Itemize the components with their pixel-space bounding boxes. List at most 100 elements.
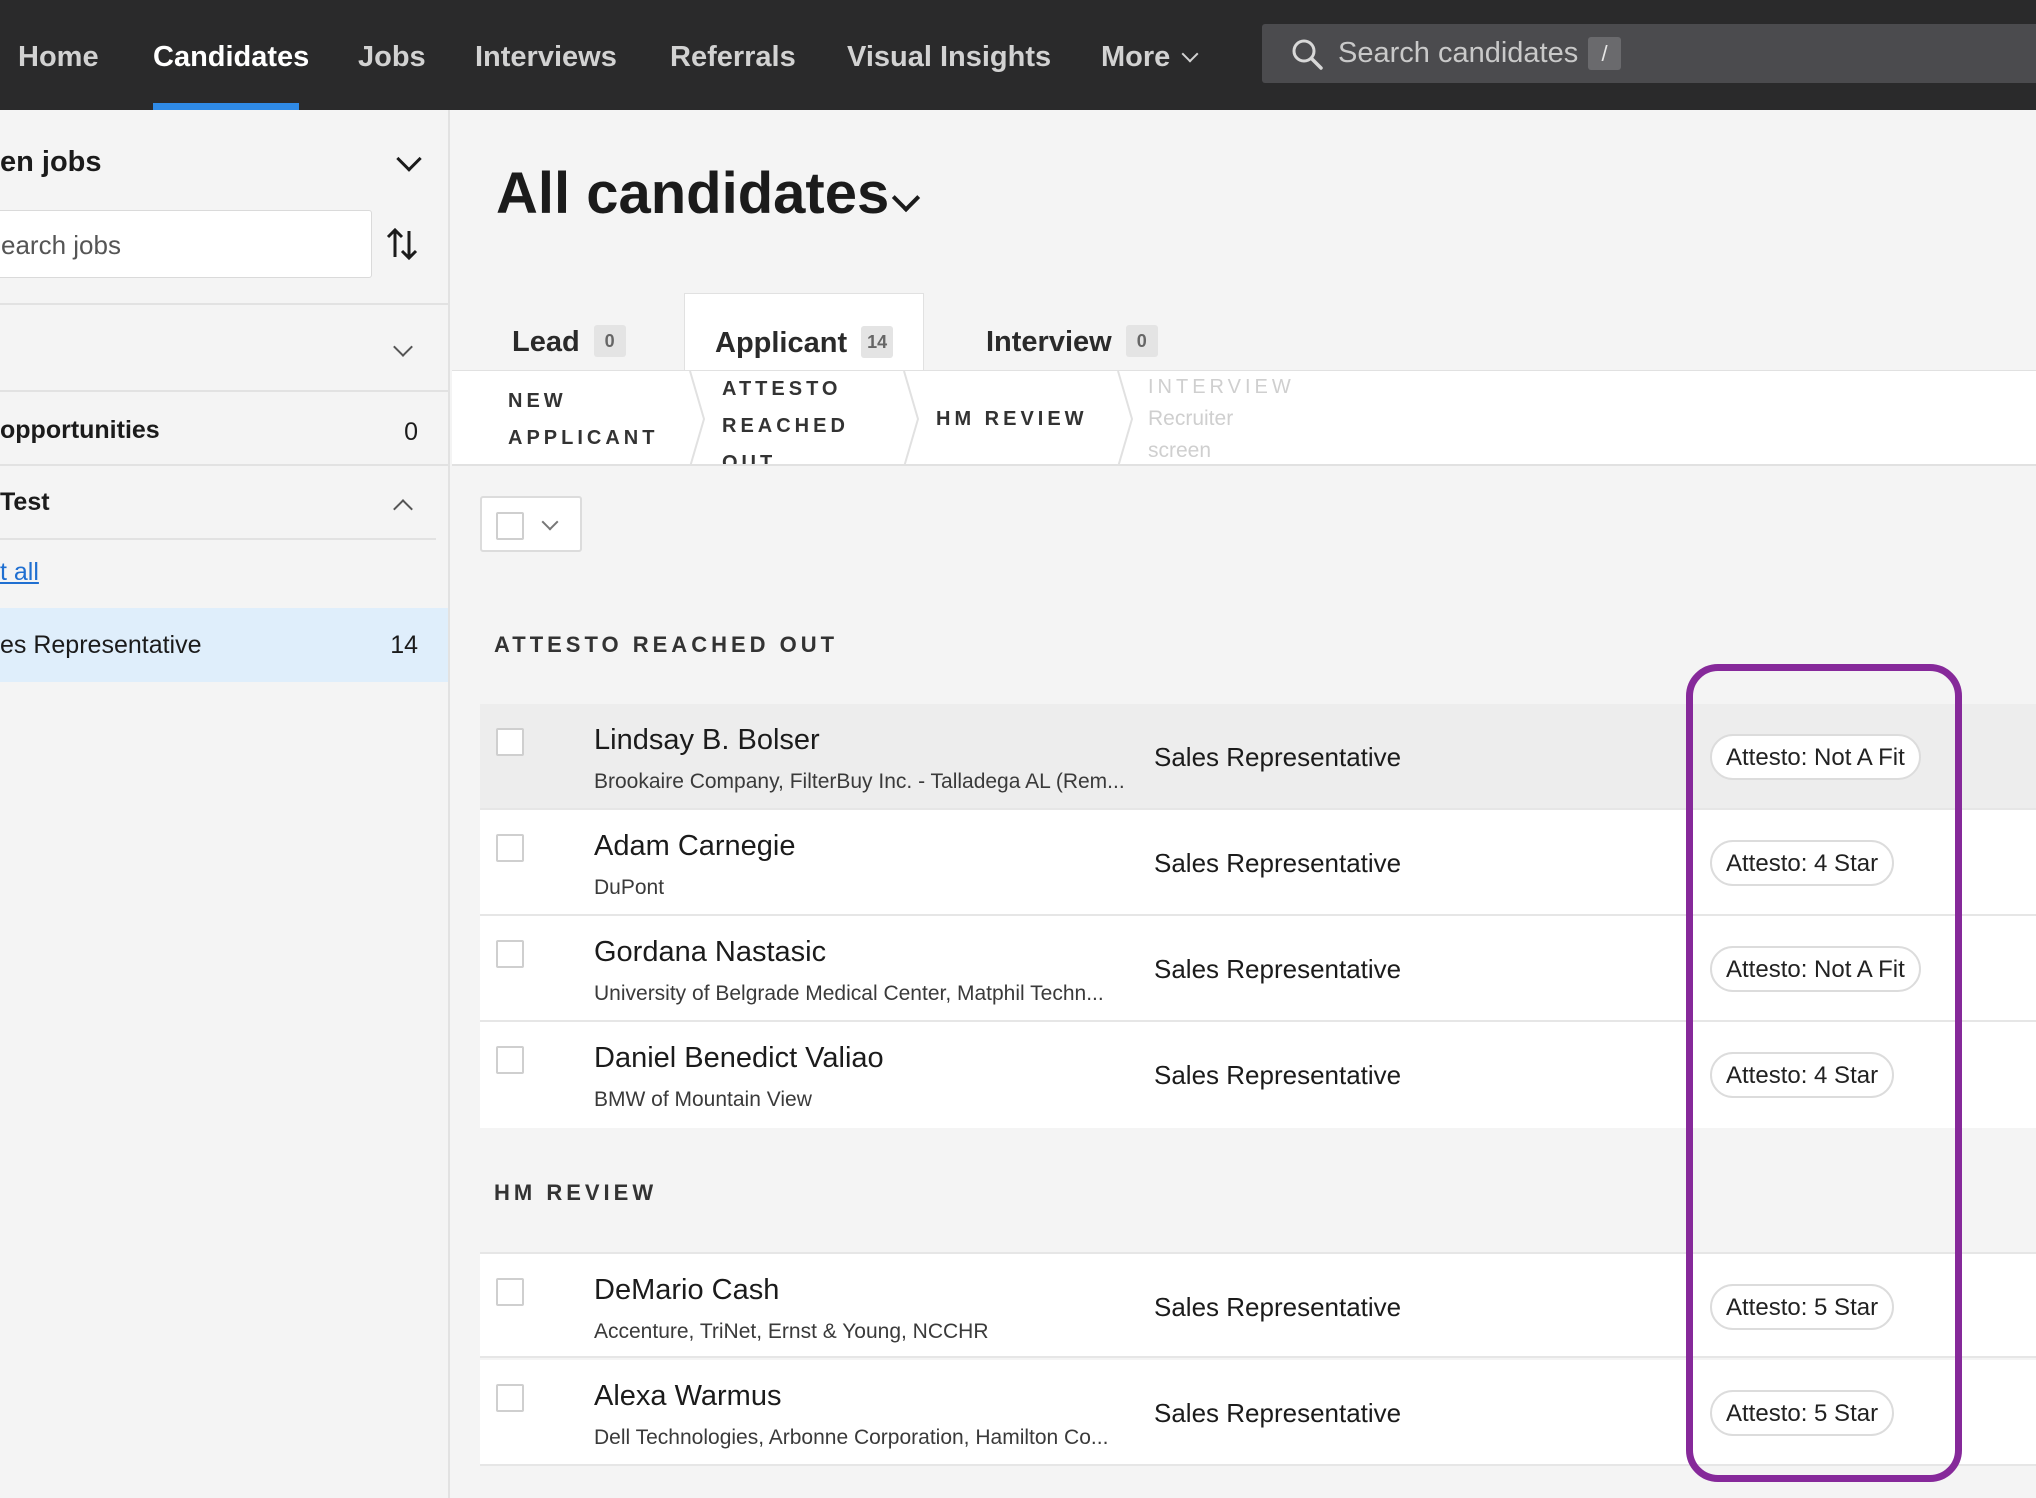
candidate-companies: University of Belgrade Medical Center, M… [594, 982, 1104, 1005]
tab-label: Applicant [715, 327, 848, 359]
nav-more[interactable]: More [1101, 0, 1199, 110]
select-all-checkbox[interactable] [496, 512, 524, 540]
tab-interview[interactable]: Interview 0 [986, 293, 1158, 381]
candidate-job: Sales Representative [1154, 954, 1402, 984]
nav-candidates[interactable]: Candidates [153, 0, 309, 110]
stage-label-line: ATTESTO [722, 378, 842, 400]
table-row[interactable]: Daniel Benedict Valiao BMW of Mountain V… [480, 1022, 2036, 1128]
candidate-job: Sales Representative [1154, 1292, 1402, 1322]
row-checkbox[interactable] [496, 728, 524, 756]
chevron-up-icon[interactable] [393, 499, 413, 519]
candidate-job: Sales Representative [1154, 1398, 1402, 1428]
tab-count-badge: 0 [593, 325, 626, 357]
stage-hm-review[interactable]: HM REVIEW [936, 401, 1088, 464]
search-placeholder: Search candidates [1338, 37, 1579, 69]
attesto-tag: Attesto: 5 Star [1710, 1390, 1895, 1436]
row-checkbox[interactable] [496, 834, 524, 862]
table-row[interactable]: Alexa Warmus Dell Technologies, Arbonne … [480, 1360, 2036, 1466]
candidate-companies: Accenture, TriNet, Ernst & Young, NCCHR [594, 1320, 989, 1343]
chevron-separator-icon [903, 371, 920, 464]
stage-breadcrumb: NEW APPLICANT ATTESTO REACHED OUT HM REV… [452, 370, 2036, 466]
search-jobs-placeholder: earch jobs [1, 230, 121, 260]
candidate-companies: DuPont [594, 876, 665, 899]
candidate-name[interactable]: Adam Carnegie [594, 830, 796, 863]
candidate-job: Sales Representative [1154, 1060, 1402, 1090]
stage-interview-recruiter-screen[interactable]: INTERVIEW Recruiter screen [1148, 371, 1295, 464]
section-header-hm-review: HM REVIEW [494, 1180, 658, 1205]
select-all-link[interactable]: t all [0, 558, 39, 587]
page-title[interactable]: All candidates [496, 160, 889, 227]
stage-label-line: INTERVIEW [1148, 376, 1295, 398]
jobs-sidebar: en jobs earch jobs opportunities 0 Test … [0, 110, 450, 1498]
attesto-tag: Attesto: 4 Star [1710, 1052, 1895, 1098]
candidate-job: Sales Representative [1154, 742, 1402, 772]
section-header-attesto-reached-out: ATTESTO REACHED OUT [494, 632, 839, 657]
nav-jobs[interactable]: Jobs [358, 0, 426, 110]
sort-icon[interactable] [384, 226, 420, 262]
job-name: es Representative [0, 631, 202, 659]
stage-label-line: OUT [722, 452, 777, 466]
job-group-label[interactable]: Test [0, 488, 50, 517]
attesto-tag: Attesto: Not A Fit [1710, 946, 1921, 992]
nav-interviews[interactable]: Interviews [475, 0, 617, 110]
stage-sub-label: screen [1148, 439, 1212, 462]
chevron-down-icon[interactable] [396, 146, 422, 172]
table-row[interactable]: Adam Carnegie DuPont Sales Representativ… [480, 810, 2036, 916]
candidate-companies: BMW of Mountain View [594, 1088, 812, 1111]
divider [0, 538, 436, 540]
table-row[interactable]: Gordana Nastasic University of Belgrade … [480, 916, 2036, 1022]
tab-label: Interview [986, 326, 1112, 358]
candidate-name[interactable]: Alexa Warmus [594, 1380, 781, 1413]
candidate-name[interactable]: Gordana Nastasic [594, 936, 826, 969]
sidebar-item-job[interactable]: es Representative 14 [0, 608, 448, 682]
row-checkbox[interactable] [496, 1046, 524, 1074]
chevron-separator-icon [689, 371, 706, 464]
opportunities-count: 0 [404, 418, 418, 446]
active-tab-indicator [153, 103, 299, 110]
candidate-name[interactable]: Daniel Benedict Valiao [594, 1042, 884, 1075]
stage-label-line: HM REVIEW [936, 408, 1088, 430]
row-checkbox[interactable] [496, 1384, 524, 1412]
table-row[interactable]: Lindsay B. Bolser Brookaire Company, Fil… [480, 704, 2036, 810]
stage-sub-label: Recruiter [1148, 407, 1234, 430]
candidate-name[interactable]: Lindsay B. Bolser [594, 724, 820, 757]
chevron-down-icon[interactable] [393, 337, 413, 357]
search-candidates-input[interactable]: Search candidates / [1262, 24, 2036, 83]
divider [0, 464, 448, 466]
attesto-tag: Attesto: 4 Star [1710, 840, 1895, 886]
candidate-name[interactable]: DeMario Cash [594, 1274, 779, 1307]
opportunities-label: opportunities [0, 416, 160, 444]
row-checkbox[interactable] [496, 1278, 524, 1306]
nav-home[interactable]: Home [18, 0, 99, 110]
candidate-job: Sales Representative [1154, 848, 1402, 878]
candidate-companies: Dell Technologies, Arbonne Corporation, … [594, 1426, 1109, 1449]
divider [0, 390, 448, 392]
divider [0, 303, 448, 305]
nav-visual-insights[interactable]: Visual Insights [847, 0, 1051, 110]
bulk-select-dropdown[interactable] [480, 496, 582, 552]
stage-attesto-reached-out[interactable]: ATTESTO REACHED OUT [722, 371, 849, 466]
main-content: All candidates Lead 0 Applicant 14 Intervi… [452, 110, 2036, 1498]
candidate-companies: Brookaire Company, FilterBuy Inc. - Tall… [594, 770, 1125, 793]
nav-more-label: More [1101, 41, 1171, 73]
top-nav: Home Candidates Jobs Interviews Referral… [0, 0, 2036, 110]
chevron-down-icon[interactable] [891, 183, 921, 213]
tab-lead[interactable]: Lead 0 [512, 293, 626, 381]
keyboard-shortcut-badge: / [1588, 37, 1621, 70]
attesto-tag: Attesto: 5 Star [1710, 1284, 1895, 1330]
nav-referrals[interactable]: Referrals [670, 0, 796, 110]
table-row[interactable]: DeMario Cash Accenture, TriNet, Ernst & … [480, 1252, 2036, 1358]
attesto-tag: Attesto: Not A Fit [1710, 734, 1921, 780]
chevron-separator-icon [1117, 371, 1134, 464]
stage-label-line: NEW [508, 390, 567, 412]
tab-count-badge: 0 [1125, 325, 1158, 357]
stage-label-line: REACHED [722, 415, 849, 437]
tab-count-badge: 14 [861, 326, 894, 358]
job-candidate-count: 14 [390, 631, 418, 659]
tab-applicant[interactable]: Applicant 14 [684, 293, 924, 381]
stage-new-applicant[interactable]: NEW APPLICANT [508, 383, 659, 464]
search-jobs-input[interactable]: earch jobs [0, 210, 372, 278]
row-checkbox[interactable] [496, 940, 524, 968]
chevron-down-icon [1181, 45, 1199, 63]
stage-label-line: APPLICANT [508, 427, 659, 449]
